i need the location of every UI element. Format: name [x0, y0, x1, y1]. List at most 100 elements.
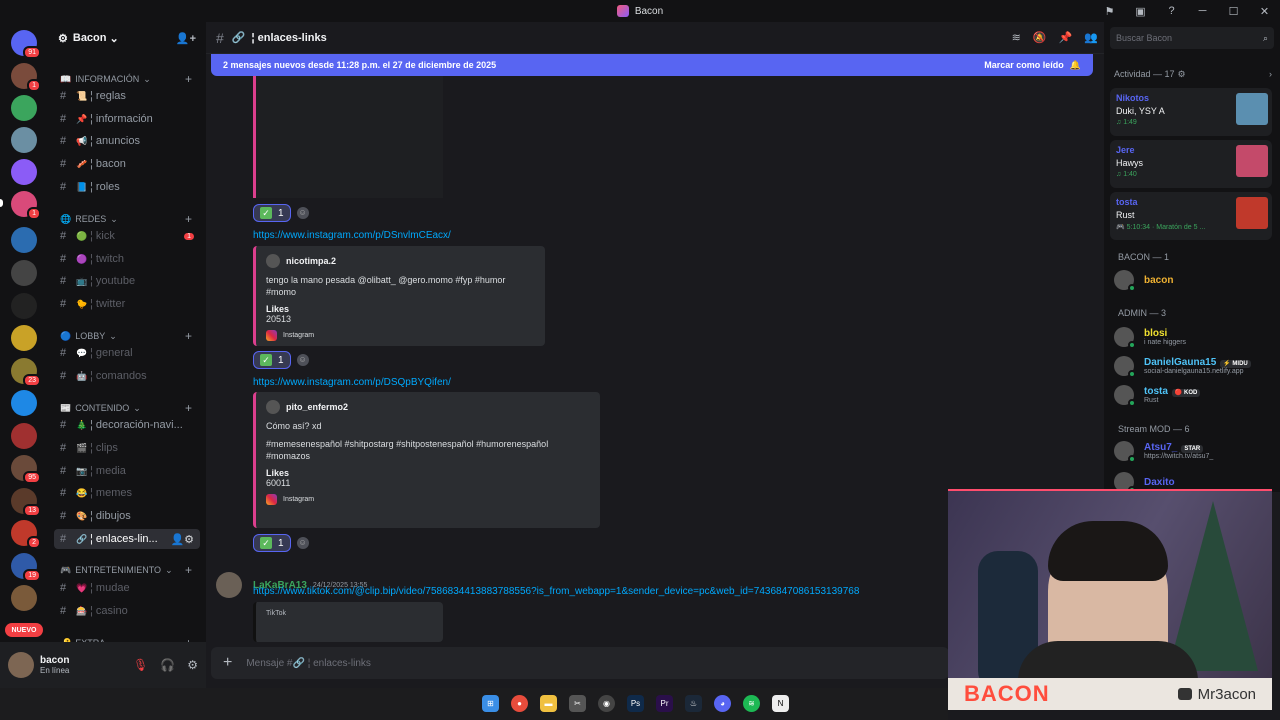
server-icon[interactable]: [11, 127, 37, 153]
inbox-icon[interactable]: ⚑: [1094, 5, 1125, 18]
server-icon[interactable]: 13: [11, 488, 41, 517]
minimize-button[interactable]: ─: [1187, 5, 1218, 17]
plus-icon[interactable]: +: [223, 654, 232, 672]
server-icon[interactable]: 1: [11, 63, 41, 92]
channel-item[interactable]: # 🐤 ¦ twitter: [54, 294, 200, 314]
gear-icon[interactable]: ⚙: [1178, 69, 1186, 80]
add-reaction-icon[interactable]: ☺: [296, 354, 309, 366]
channel-item[interactable]: # 🟣 ¦ twitch: [54, 249, 200, 269]
notifications-muted-icon[interactable]: 🔕: [1033, 31, 1047, 44]
server-icon[interactable]: [11, 585, 37, 611]
folder-icon[interactable]: ▬: [540, 695, 557, 712]
message-link[interactable]: https://www.instagram.com/p/DSnvlmCEacx/: [253, 230, 451, 241]
snipping-icon[interactable]: ✂: [569, 695, 586, 712]
avatar[interactable]: [8, 652, 34, 678]
gear-icon[interactable]: ⚙: [187, 658, 198, 672]
server-icon[interactable]: 1: [11, 191, 41, 220]
category-header[interactable]: 📖 INFORMACIÓN ⌄ +: [60, 72, 192, 86]
server-icon[interactable]: [11, 159, 37, 185]
discord-icon[interactable]: ◕: [714, 695, 731, 712]
server-icon[interactable]: 2: [11, 520, 41, 549]
activity-card[interactable]: Nikotos Duki, YSY A ♫ 1:49: [1110, 88, 1272, 136]
member-item[interactable]: DanielGauna15 ⚡ MIDU social-danielgauna15.…: [1114, 356, 1274, 378]
new-messages-banner[interactable]: 2 mensajes nuevos desde 11:28 p.m. el 27…: [211, 54, 1093, 76]
channel-item[interactable]: # 🎬 ¦ clips: [54, 438, 200, 458]
channel-item[interactable]: # 💗 ¦ mudae: [54, 578, 200, 598]
channel-item[interactable]: # 🎰 ¦ casino: [54, 601, 200, 621]
activity-card[interactable]: tosta Rust 🎮 5:10:34 · Maratón de 5 ...: [1110, 192, 1272, 240]
chrome-icon[interactable]: ●: [511, 695, 528, 712]
windows-start-icon[interactable]: ⊞: [482, 695, 499, 712]
server-icon[interactable]: 23: [11, 358, 41, 387]
channel-settings-icon[interactable]: 👤⚙: [170, 533, 194, 546]
server-icon[interactable]: [11, 423, 37, 449]
member-item[interactable]: blosi i nate higgers: [1114, 327, 1274, 349]
mark-read-button[interactable]: Marcar como leído: [984, 60, 1064, 70]
add-channel-icon[interactable]: +: [185, 401, 192, 415]
message-input[interactable]: + Mensaje #🔗 ¦ enlaces-links: [211, 647, 949, 679]
channel-item[interactable]: # 😂 ¦ memes: [54, 483, 200, 503]
category-header[interactable]: 🔵 LOBBY ⌄ +: [60, 329, 192, 343]
mic-muted-icon[interactable]: 🎙: [133, 658, 148, 672]
server-icon[interactable]: 95: [11, 455, 41, 484]
server-icon[interactable]: [11, 227, 37, 253]
channel-item[interactable]: # 📷 ¦ media: [54, 461, 200, 481]
server-icon[interactable]: [11, 95, 37, 121]
obs-icon[interactable]: ◉: [598, 695, 615, 712]
category-header[interactable]: 🌐 REDES ⌄ +: [60, 212, 192, 226]
reaction-check[interactable]: ✓ 1: [253, 351, 291, 369]
server-icon[interactable]: [11, 260, 37, 286]
pin-icon[interactable]: 📌: [1059, 31, 1073, 44]
channel-item[interactable]: # 📺 ¦ youtube: [54, 271, 200, 291]
help-icon[interactable]: ?: [1156, 5, 1187, 17]
photoshop-icon[interactable]: Ps: [627, 695, 644, 712]
new-badge[interactable]: NUEVO: [5, 623, 43, 637]
reaction-check[interactable]: ✓ 1: [253, 204, 291, 222]
add-member-icon[interactable]: 👤+: [176, 32, 196, 45]
server-icon[interactable]: 19: [11, 553, 41, 582]
channel-item[interactable]: # 💬 ¦ general: [54, 343, 200, 363]
add-channel-icon[interactable]: +: [185, 72, 192, 86]
premiere-icon[interactable]: Pr: [656, 695, 673, 712]
add-channel-icon[interactable]: +: [185, 212, 192, 226]
channel-item[interactable]: # 🟢 ¦ kick 1: [54, 226, 200, 246]
steam-icon[interactable]: ♨: [685, 695, 702, 712]
close-button[interactable]: ✕: [1249, 5, 1280, 18]
channel-item[interactable]: # 📜 ¦ reglas: [54, 86, 200, 106]
channel-item[interactable]: # 🥓 ¦ bacon: [54, 154, 200, 174]
server-icon[interactable]: [11, 390, 37, 416]
server-icon[interactable]: 91: [11, 30, 41, 59]
category-header[interactable]: 🎮 ENTRETENIMIENTO ⌄ +: [60, 563, 192, 577]
server-icon[interactable]: [11, 293, 37, 319]
channel-item[interactable]: # 🎄 ¦ decoración-navi...: [54, 415, 200, 435]
channel-item[interactable]: # 🎨 ¦ dibujos: [54, 506, 200, 526]
embed-author[interactable]: nicotimpa.2: [286, 256, 336, 266]
reaction-check[interactable]: ✓ 1: [253, 534, 291, 552]
add-reaction-icon[interactable]: ☺: [296, 207, 309, 219]
category-header[interactable]: 📰 CONTENIDO ⌄ +: [60, 401, 192, 415]
message-link[interactable]: https://www.instagram.com/p/DSQpBYQifen/: [253, 377, 451, 388]
member-item[interactable]: tosta 🔴 KOD Rust: [1114, 385, 1274, 407]
embed-author[interactable]: pito_enfermo2: [286, 402, 348, 412]
channel-item[interactable]: # 📌 ¦ información: [54, 109, 200, 129]
add-channel-icon[interactable]: +: [185, 563, 192, 577]
headphones-icon[interactable]: 🎧: [160, 658, 175, 672]
activity-card[interactable]: Jere Hawys ♫ 1:40: [1110, 140, 1272, 188]
channel-item[interactable]: # 🔗 ¦ enlaces-lin... 👤⚙: [54, 529, 200, 549]
monitor-icon[interactable]: ▣: [1125, 5, 1156, 18]
threads-icon[interactable]: ≋: [1012, 31, 1021, 44]
server-icon[interactable]: [11, 325, 37, 351]
maximize-button[interactable]: ☐: [1218, 5, 1249, 18]
add-reaction-icon[interactable]: ☺: [296, 537, 309, 549]
members-icon[interactable]: 👥: [1084, 31, 1098, 44]
avatar[interactable]: [216, 572, 242, 598]
spotify-icon[interactable]: ≋: [743, 695, 760, 712]
message-link[interactable]: https://www.tiktok.com/@clip.bip/video/7…: [253, 586, 893, 597]
channel-item[interactable]: # 📢 ¦ anuncios: [54, 131, 200, 151]
search-input[interactable]: Buscar Bacon ⌕: [1110, 27, 1274, 49]
guild-header[interactable]: ⚙ Bacon ⌄ 👤+: [48, 22, 206, 54]
member-item[interactable]: bacon: [1114, 270, 1274, 292]
notion-icon[interactable]: N: [772, 695, 789, 712]
member-item[interactable]: Atsu7_ STAR https://twitch.tv/atsu7_: [1114, 441, 1274, 463]
channel-item[interactable]: # 🤖 ¦ comandos: [54, 366, 200, 386]
